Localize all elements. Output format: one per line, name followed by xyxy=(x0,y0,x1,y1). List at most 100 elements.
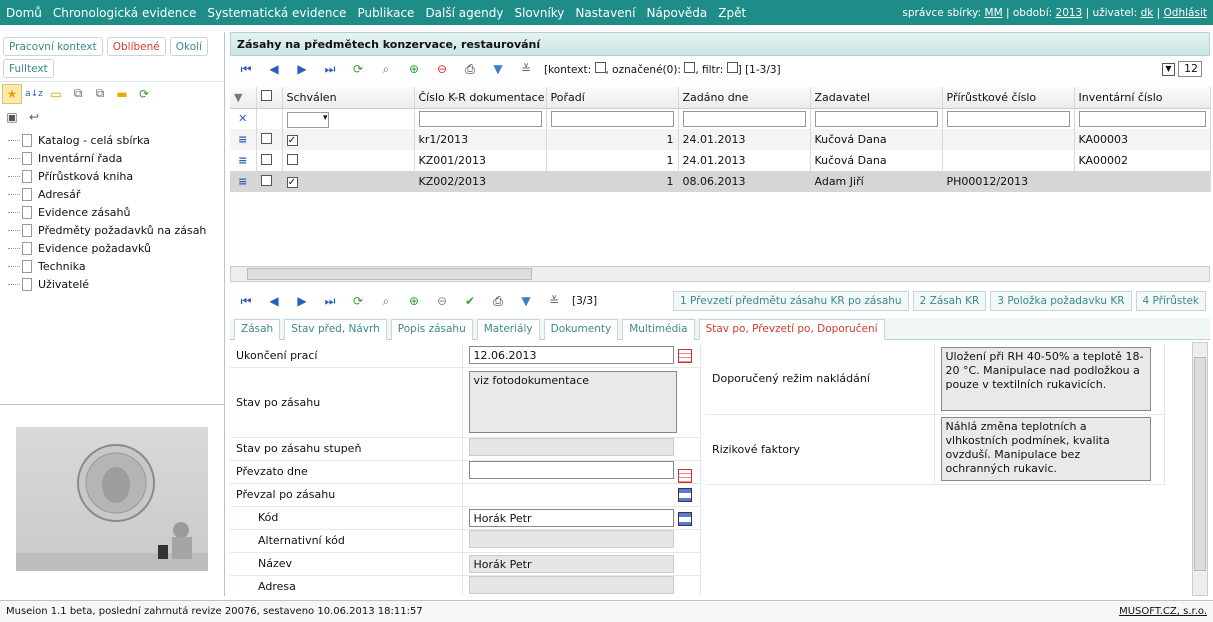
filter-input[interactable] xyxy=(810,108,943,129)
print-icon[interactable]: ⎙ xyxy=(488,291,508,311)
riziko-textarea[interactable]: Náhlá změna teplotních a vlhkostních pod… xyxy=(940,417,1151,481)
search-icon[interactable]: ⌕ xyxy=(376,59,396,79)
favorites-star-icon[interactable]: ★ xyxy=(2,83,22,104)
tree-item[interactable]: Uživatelé xyxy=(8,275,224,293)
row-checkbox[interactable] xyxy=(256,171,283,192)
stav-stupen-input[interactable] xyxy=(468,438,674,456)
calendar-icon[interactable] xyxy=(677,349,692,364)
first-record-icon[interactable]: ⏮ xyxy=(236,291,256,311)
table-row[interactable]: ≡ KZ001/2013 1 24.01.2013 Kučová Dana KA00002 xyxy=(230,150,1211,171)
duplicate-icon[interactable]: ⧉ xyxy=(90,84,110,104)
row-menu-icon[interactable]: ≡ xyxy=(230,150,257,171)
admin-link[interactable]: MM xyxy=(985,7,1003,19)
stav-po-textarea[interactable]: viz fotodokumentace xyxy=(468,371,677,433)
period-link[interactable]: 2013 xyxy=(1056,7,1083,19)
row-checkbox[interactable] xyxy=(256,129,283,150)
user-link[interactable]: dk xyxy=(1141,7,1154,19)
schvalen-cell[interactable]: ✓ xyxy=(282,129,415,150)
sort-az-icon[interactable]: a↓z xyxy=(24,84,44,104)
alt-kod-input[interactable] xyxy=(468,530,674,548)
tree-item[interactable]: Evidence požadavků xyxy=(8,239,224,257)
filter-icon[interactable]: ▼ xyxy=(516,291,536,311)
calendar-icon[interactable] xyxy=(677,468,692,483)
page-size-dropdown-icon[interactable]: ▼ xyxy=(1162,62,1175,76)
next-record-icon[interactable]: ▶ xyxy=(292,291,312,311)
nazev-input[interactable]: Horák Petr xyxy=(468,554,674,573)
confirm-check-icon[interactable]: ✔ xyxy=(460,291,480,311)
row-menu-icon[interactable]: ≡ xyxy=(230,129,257,150)
table-row[interactable]: ≡ ✓ kr1/2013 1 24.01.2013 Kučová Dana KA00003 xyxy=(230,129,1211,150)
menu-item[interactable]: Slovníky xyxy=(514,6,564,20)
vertical-scrollbar[interactable] xyxy=(1192,342,1208,596)
context-checkbox[interactable] xyxy=(594,62,606,73)
folder-sort-icon[interactable]: ▭ xyxy=(46,84,66,104)
refresh-icon[interactable]: ⟳ xyxy=(348,291,368,311)
left-tab[interactable]: Pracovní kontext xyxy=(3,37,103,56)
prev-record-icon[interactable]: ◀ xyxy=(264,59,284,79)
related-link-button[interactable]: 3 Položka požadavku KR xyxy=(990,291,1132,311)
row-menu-icon[interactable]: ≡ xyxy=(230,171,257,192)
prevzato-input[interactable] xyxy=(468,460,674,479)
menu-item[interactable]: Nastavení xyxy=(575,6,635,20)
tree-item[interactable]: Přírůstková kniha xyxy=(8,167,224,185)
last-record-icon[interactable]: ⏭ xyxy=(320,291,340,311)
search-icon[interactable]: ⌕ xyxy=(376,291,396,311)
clear-filters-icon[interactable]: ✕ xyxy=(230,108,257,129)
ukonceni-input[interactable]: 12.06.2013 xyxy=(468,346,674,365)
filter-icon[interactable]: ▼ xyxy=(488,59,508,79)
clear-filter-icon[interactable]: ≚ xyxy=(516,59,536,79)
last-record-icon[interactable]: ⏭ xyxy=(320,59,340,79)
kod-input[interactable]: Horák Petr xyxy=(468,508,674,527)
row-checkbox[interactable] xyxy=(256,150,283,171)
filter-input[interactable] xyxy=(414,108,547,129)
col-header[interactable]: Inventární číslo xyxy=(1074,87,1211,109)
undo-icon[interactable]: ↩ xyxy=(24,107,44,127)
tree-item[interactable]: Adresář xyxy=(8,185,224,203)
menu-item[interactable]: Další agendy xyxy=(425,6,503,20)
filter-input[interactable] xyxy=(546,108,679,129)
select-all-checkbox[interactable] xyxy=(256,87,283,109)
filter-input[interactable] xyxy=(678,108,811,129)
col-header[interactable]: Zadavatel xyxy=(810,87,943,109)
picker-icon[interactable] xyxy=(677,511,692,526)
folder-icon[interactable]: ▬ xyxy=(112,84,132,104)
col-header[interactable]: Zadáno dne xyxy=(678,87,811,109)
clear-filter-icon[interactable]: ≚ xyxy=(544,291,564,311)
left-tab[interactable]: Fulltext xyxy=(3,59,54,78)
menu-item[interactable]: Chronologická evidence xyxy=(53,6,196,20)
logout-link[interactable]: Odhlásit xyxy=(1164,7,1207,19)
related-link-button[interactable]: 2 Zásah KR xyxy=(912,291,987,311)
horizontal-scrollbar[interactable] xyxy=(230,266,1210,282)
detail-tab[interactable]: Multimédia xyxy=(622,319,695,340)
remove-icon[interactable]: ⊖ xyxy=(432,291,452,311)
left-tab[interactable]: Okolí xyxy=(169,37,208,56)
prev-record-icon[interactable]: ◀ xyxy=(264,291,284,311)
refresh-icon[interactable]: ⟳ xyxy=(134,84,154,104)
detail-tab[interactable]: Popis zásahu xyxy=(390,319,473,340)
filter-column-icon[interactable]: ▼ xyxy=(230,87,257,109)
page-size-input[interactable]: 12 xyxy=(1178,61,1202,77)
schvalen-cell[interactable]: ✓ xyxy=(282,171,415,192)
rezim-textarea[interactable]: Uložení při RH 40-50% a teplotě 18-20 °C… xyxy=(940,346,1151,411)
first-record-icon[interactable]: ⏮ xyxy=(236,59,256,79)
related-link-button[interactable]: 1 Převzetí předmětu zásahu KR po zásahu xyxy=(673,291,909,311)
tree-item[interactable]: Předměty požadavků na zásah xyxy=(8,221,224,239)
menu-item[interactable]: Domů xyxy=(6,6,42,20)
schvalen-filter[interactable]: ▾ xyxy=(282,108,415,129)
delete-icon[interactable]: ⊖ xyxy=(432,59,452,79)
refresh-icon[interactable]: ⟳ xyxy=(348,59,368,79)
menu-item[interactable]: Publikace xyxy=(357,6,414,20)
detail-tab[interactable]: Stav po, Převzetí po, Doporučení xyxy=(698,319,885,340)
tree-item[interactable]: Technika xyxy=(8,257,224,275)
detail-tab[interactable]: Stav před, Návrh xyxy=(284,319,387,340)
adresa-input[interactable] xyxy=(468,576,674,594)
next-record-icon[interactable]: ▶ xyxy=(292,59,312,79)
col-header[interactable]: Schválen xyxy=(282,87,415,109)
left-tab[interactable]: Oblíbené xyxy=(106,37,166,56)
filter-checkbox[interactable] xyxy=(726,62,738,73)
tree-item[interactable]: Evidence zásahů xyxy=(8,203,224,221)
detail-tab[interactable]: Dokumenty xyxy=(543,319,619,340)
add-icon[interactable]: ⊕ xyxy=(404,59,424,79)
related-link-button[interactable]: 4 Přírůstek xyxy=(1135,291,1206,311)
filter-input[interactable] xyxy=(942,108,1075,129)
